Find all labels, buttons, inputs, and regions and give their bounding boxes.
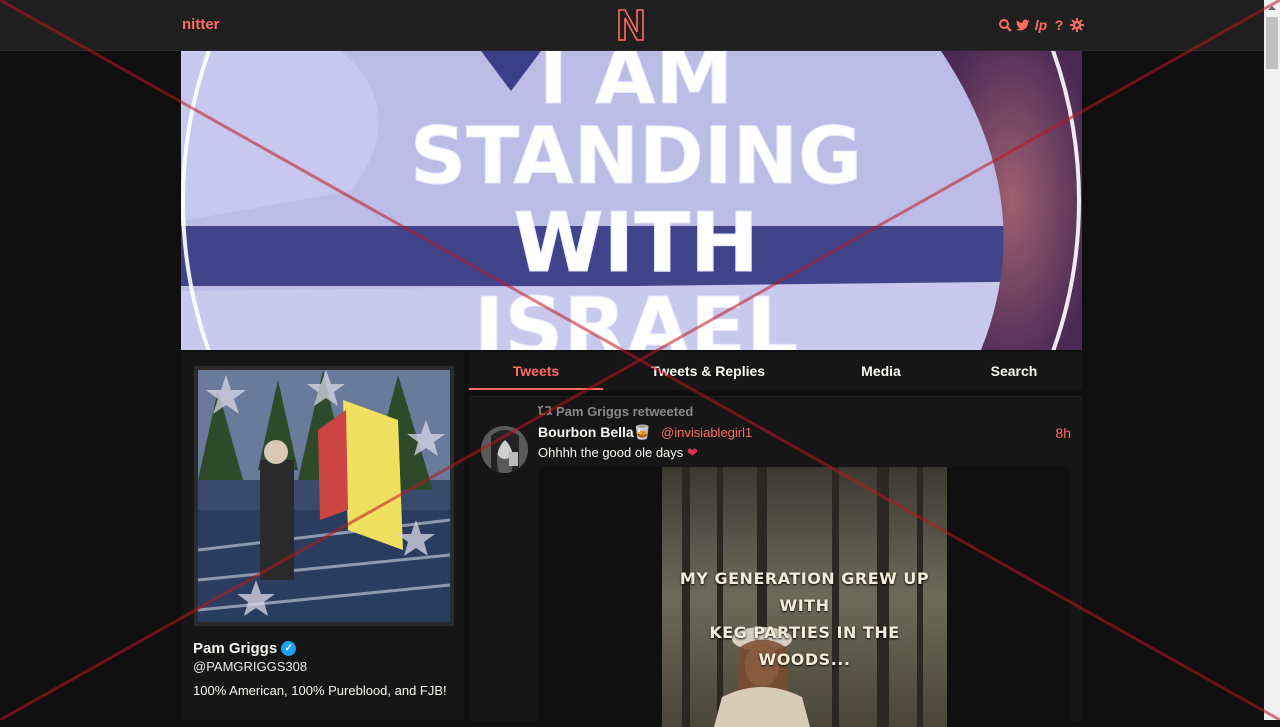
profile-card: Pam Griggs ✓ @PAMGRIGGS308 100% American… bbox=[181, 352, 464, 720]
search-icon[interactable] bbox=[998, 16, 1012, 34]
nitter-home-link[interactable]: nitter bbox=[182, 16, 220, 33]
tweet-fullname[interactable]: Bourbon Bella bbox=[538, 424, 634, 440]
whiskey-glass-emoji-icon: 🥃 bbox=[633, 424, 652, 440]
svg-text:WITH: WITH bbox=[513, 196, 759, 291]
profile-fullname[interactable]: Pam Griggs bbox=[193, 640, 277, 657]
svg-text:ISRAEL: ISRAEL bbox=[474, 281, 798, 350]
tweet-header: Bourbon Bella🥃 @invisiablegirl1 8h bbox=[538, 424, 1071, 442]
tab-search[interactable]: Search bbox=[964, 352, 1064, 388]
retweet-header-text: Pam Griggs retweeted bbox=[556, 404, 694, 419]
nitter-logo-icon[interactable] bbox=[617, 8, 645, 47]
timeline: Pam Griggs retweeted Bourbon Bella🥃 @inv… bbox=[469, 396, 1082, 727]
profile-bio: 100% American, 100% Pureblood, and FJB! bbox=[193, 683, 447, 698]
tweet-avatar[interactable] bbox=[481, 426, 528, 473]
top-navbar: nitter lp ? bbox=[0, 0, 1264, 51]
scrollbar-thumb[interactable] bbox=[1266, 17, 1278, 69]
tweet-date[interactable]: 8h bbox=[1055, 425, 1071, 441]
profile-banner[interactable]: I AM STANDING WITH ISRAEL bbox=[181, 51, 1082, 350]
lp-icon[interactable]: lp bbox=[1034, 16, 1048, 34]
page-scrollbar[interactable] bbox=[1264, 0, 1280, 720]
scroll-up-arrow-icon[interactable] bbox=[1264, 0, 1280, 16]
tweet-username[interactable]: @invisiablegirl1 bbox=[661, 425, 752, 440]
profile-handle[interactable]: @PAMGRIGGS308 bbox=[193, 659, 307, 674]
gear-icon[interactable] bbox=[1070, 16, 1084, 34]
retweet-icon bbox=[536, 404, 554, 419]
profile-name[interactable]: Pam Griggs ✓ bbox=[193, 640, 297, 657]
tab-tweets-and-replies[interactable]: Tweets & Replies bbox=[635, 352, 781, 388]
heart-emoji-icon: ❤ bbox=[686, 445, 698, 460]
tweet-attachment: MY GENERATION GREW UP WITH KEG PARTIES I… bbox=[538, 467, 1071, 727]
svg-text:STANDING: STANDING bbox=[410, 112, 862, 202]
twitter-bird-icon[interactable] bbox=[1016, 16, 1030, 34]
verified-badge-icon: ✓ bbox=[281, 641, 297, 656]
profile-avatar[interactable] bbox=[194, 366, 454, 626]
nav-icon-group: lp ? bbox=[998, 16, 1084, 34]
retweet-header[interactable]: Pam Griggs retweeted bbox=[536, 404, 694, 419]
tweet-media-image[interactable]: MY GENERATION GREW UP WITH KEG PARTIES I… bbox=[662, 467, 947, 727]
tweet-text-body: Ohhhh the good ole days bbox=[538, 445, 684, 460]
tweet-media-caption: MY GENERATION GREW UP WITH KEG PARTIES I… bbox=[679, 569, 930, 669]
tab-tweets[interactable]: Tweets bbox=[469, 352, 603, 390]
tweet-text: Ohhhh the good ole days ❤ bbox=[538, 445, 698, 461]
tab-media[interactable]: Media bbox=[831, 352, 931, 388]
help-icon[interactable]: ? bbox=[1052, 16, 1066, 34]
timeline-tabs: Tweets Tweets & Replies Media Search bbox=[469, 352, 1082, 390]
